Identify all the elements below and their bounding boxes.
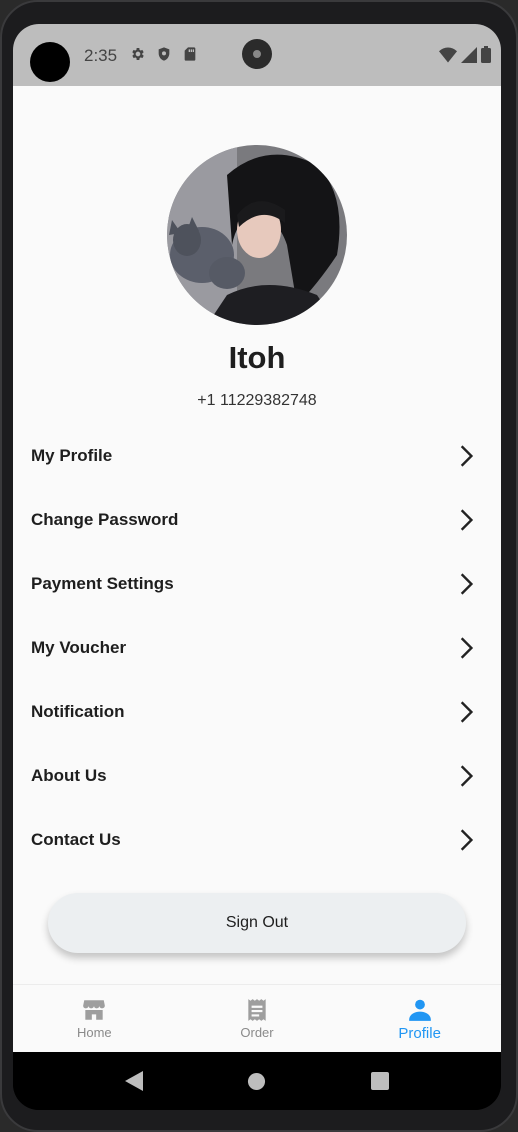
nav-item-profile[interactable]: Profile [338,985,501,1052]
front-camera [30,42,70,82]
menu-item-contact-us[interactable]: Contact Us [13,808,501,872]
menu-item-my-profile[interactable]: My Profile [13,424,501,488]
menu-item-label: My Voucher [31,638,127,657]
sign-out-button[interactable]: Sign Out [48,893,466,953]
menu-item-payment-settings[interactable]: Payment Settings [13,552,501,616]
menu-item-notification[interactable]: Notification [13,680,501,744]
menu-item-change-password[interactable]: Change Password [13,488,501,552]
user-name: Itoh [228,340,286,375]
menu-item-label: My Profile [31,446,113,465]
center-camera [242,39,272,69]
wifi-icon [439,47,457,62]
menu-item-label: About Us [31,766,107,785]
battery-icon [481,46,491,63]
gear-icon [132,48,144,60]
nav-item-order[interactable]: Order [176,985,339,1052]
nav-label: Order [240,1025,274,1040]
avatar[interactable] [167,145,347,325]
screen: 2:35 Itoh +1 11229382748 My Profile Chan… [13,24,501,1110]
chevron-right-icon [460,637,474,659]
recents-square-icon [370,1072,389,1090]
home-button[interactable] [246,1070,268,1092]
chevron-right-icon [460,573,474,595]
bottom-nav: Home Order Profile [13,984,501,1052]
menu-item-my-voucher[interactable]: My Voucher [13,616,501,680]
nav-label: Profile [398,1025,441,1042]
home-circle-icon [248,1072,266,1090]
shield-icon [158,47,170,61]
settings-menu: My Profile Change Password Payment Setti… [13,424,501,872]
chevron-right-icon [460,445,474,467]
profile-screen: Itoh +1 11229382748 My Profile Change Pa… [13,86,501,984]
menu-item-label: Change Password [31,510,179,529]
menu-item-label: Payment Settings [31,574,174,593]
back-triangle-icon [125,1071,144,1091]
menu-item-label: Contact Us [31,830,121,849]
phone-frame: 2:35 Itoh +1 11229382748 My Profile Chan… [0,0,518,1132]
store-icon [83,1000,106,1020]
person-icon [408,999,431,1021]
status-time: 2:35 [84,46,118,65]
nav-item-home[interactable]: Home [13,985,176,1052]
signal-icon [461,46,477,63]
recents-button[interactable] [369,1070,391,1092]
avatar-photo [167,145,347,325]
back-button[interactable] [123,1070,145,1092]
user-phone: +1 11229382748 [197,392,317,409]
chevron-right-icon [460,829,474,851]
receipt-icon [248,999,266,1021]
nav-label: Home [76,1025,112,1040]
sd-card-icon [184,47,196,61]
menu-item-about-us[interactable]: About Us [13,744,501,808]
menu-item-label: Notification [31,702,125,721]
chevron-right-icon [460,509,474,531]
chevron-right-icon [460,701,474,723]
chevron-right-icon [460,765,474,787]
status-bar: 2:35 [13,24,501,86]
system-nav-bar [13,1052,501,1110]
